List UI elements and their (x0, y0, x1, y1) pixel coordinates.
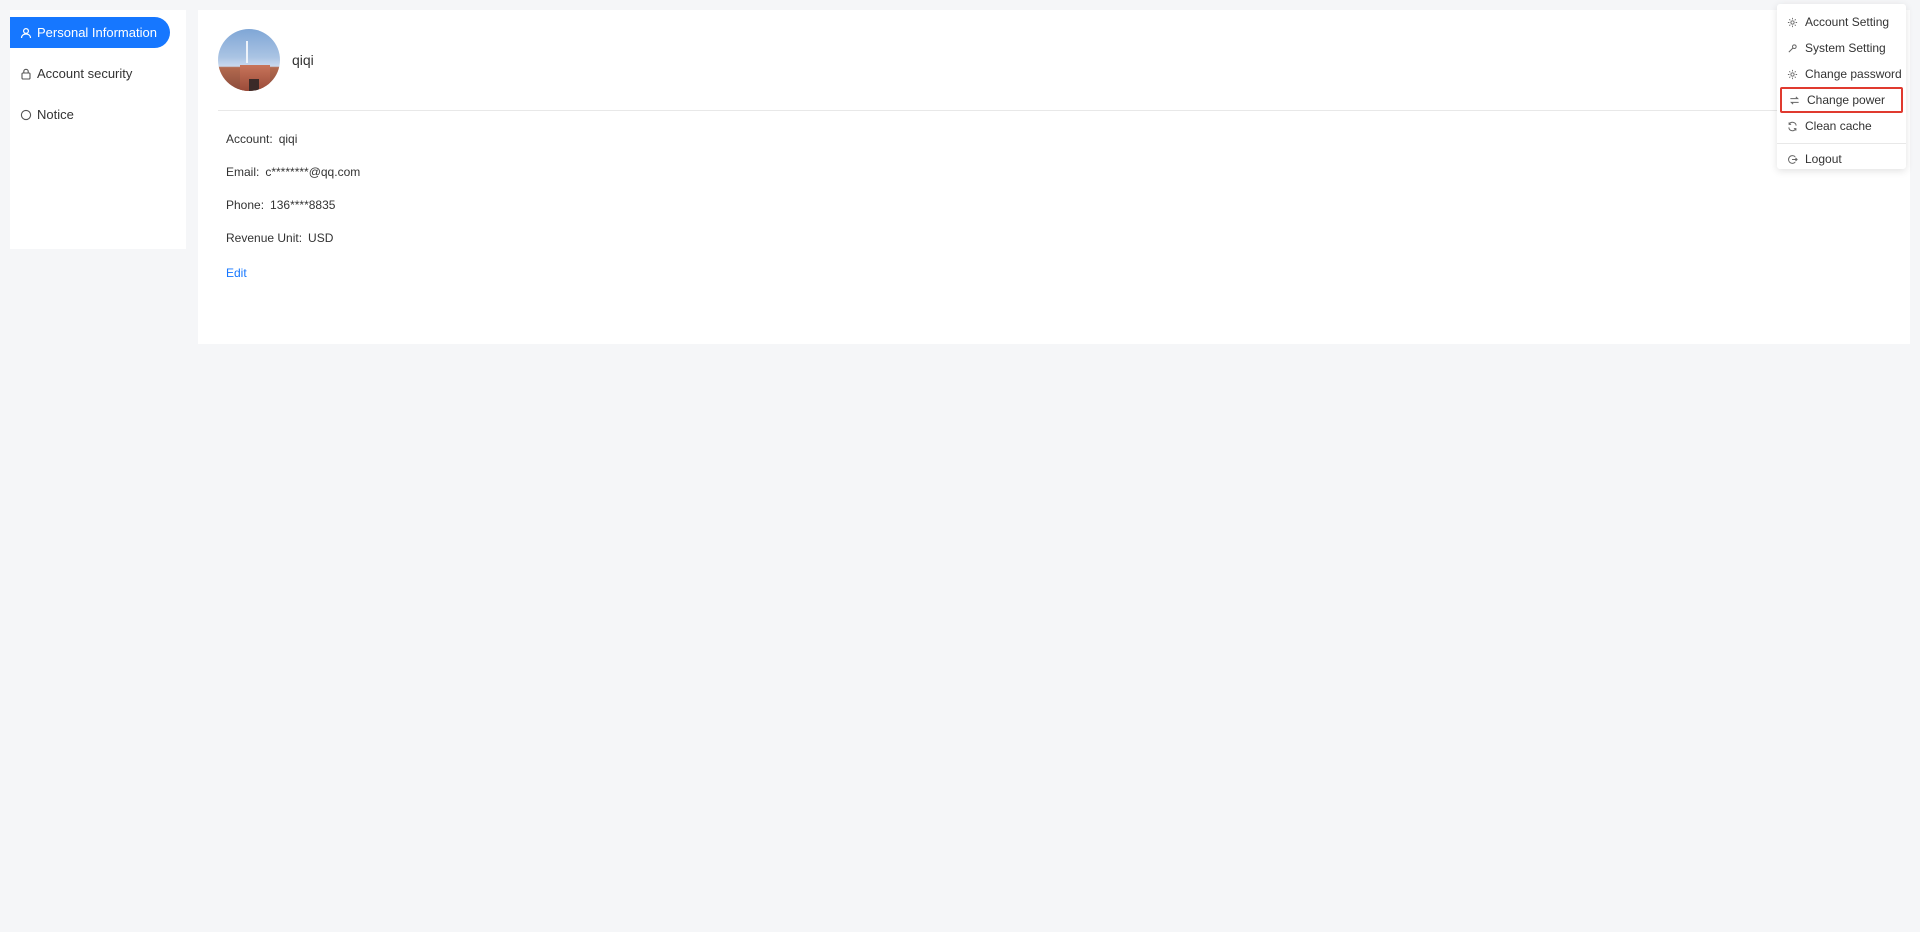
logout-icon (1787, 154, 1798, 165)
menu-item-change-power[interactable]: Change power (1780, 87, 1903, 113)
user-dropdown-menu: Account Setting System Setting Change pa… (1777, 4, 1906, 169)
revenue-unit-value: USD (308, 231, 334, 245)
bell-icon (20, 109, 32, 121)
revenue-unit-row: Revenue Unit: USD (226, 231, 360, 264)
account-value: qiqi (278, 132, 298, 146)
phone-row: Phone: 136****8835 (226, 198, 360, 231)
menu-item-logout[interactable]: Logout (1777, 146, 1906, 172)
menu-item-clean-cache[interactable]: Clean cache (1777, 113, 1906, 139)
username: qiqi (292, 52, 314, 68)
sidebar: Personal Information Account security No… (10, 10, 186, 249)
sidebar-item-label: Notice (37, 107, 74, 122)
profile-info: Account: qiqi Email: c********@qq.com Ph… (226, 132, 360, 282)
menu-item-label: Account Setting (1805, 15, 1890, 29)
sidebar-item-notice[interactable]: Notice (10, 99, 170, 130)
menu-item-label: Change password (1805, 67, 1902, 81)
phone-value: 136****8835 (270, 198, 336, 212)
edit-link[interactable]: Edit (226, 266, 247, 280)
menu-item-label: Clean cache (1805, 119, 1872, 133)
main-panel: qiqi Account: qiqi Email: c********@qq.c… (198, 10, 1910, 344)
email-label: Email: (226, 165, 260, 179)
menu-item-change-password[interactable]: Change password (1777, 61, 1906, 87)
sidebar-item-label: Account security (37, 66, 133, 81)
gear-icon (1787, 69, 1798, 80)
menu-item-label: System Setting (1805, 41, 1886, 55)
menu-item-system-setting[interactable]: System Setting (1777, 35, 1906, 61)
avatar[interactable] (218, 29, 280, 91)
lock-icon (20, 68, 32, 80)
account-row: Account: qiqi (226, 132, 360, 165)
profile-header: qiqi (218, 29, 314, 91)
menu-divider (1777, 143, 1906, 144)
swap-icon (1789, 95, 1800, 106)
divider (218, 110, 1890, 111)
account-label: Account: (226, 132, 273, 146)
phone-label: Phone: (226, 198, 265, 212)
gear-icon (1787, 17, 1798, 28)
menu-item-account-setting[interactable]: Account Setting (1777, 9, 1906, 35)
wrench-icon (1787, 43, 1798, 54)
email-value: c********@qq.com (265, 165, 361, 179)
menu-item-label: Logout (1805, 152, 1842, 166)
email-row: Email: c********@qq.com (226, 165, 360, 198)
revenue-unit-label: Revenue Unit: (226, 231, 303, 245)
sidebar-item-personal-information[interactable]: Personal Information (10, 17, 170, 48)
sidebar-item-label: Personal Information (37, 25, 157, 40)
sidebar-item-account-security[interactable]: Account security (10, 58, 170, 89)
user-icon (20, 27, 32, 39)
menu-item-label: Change power (1807, 93, 1886, 107)
refresh-icon (1787, 121, 1798, 132)
